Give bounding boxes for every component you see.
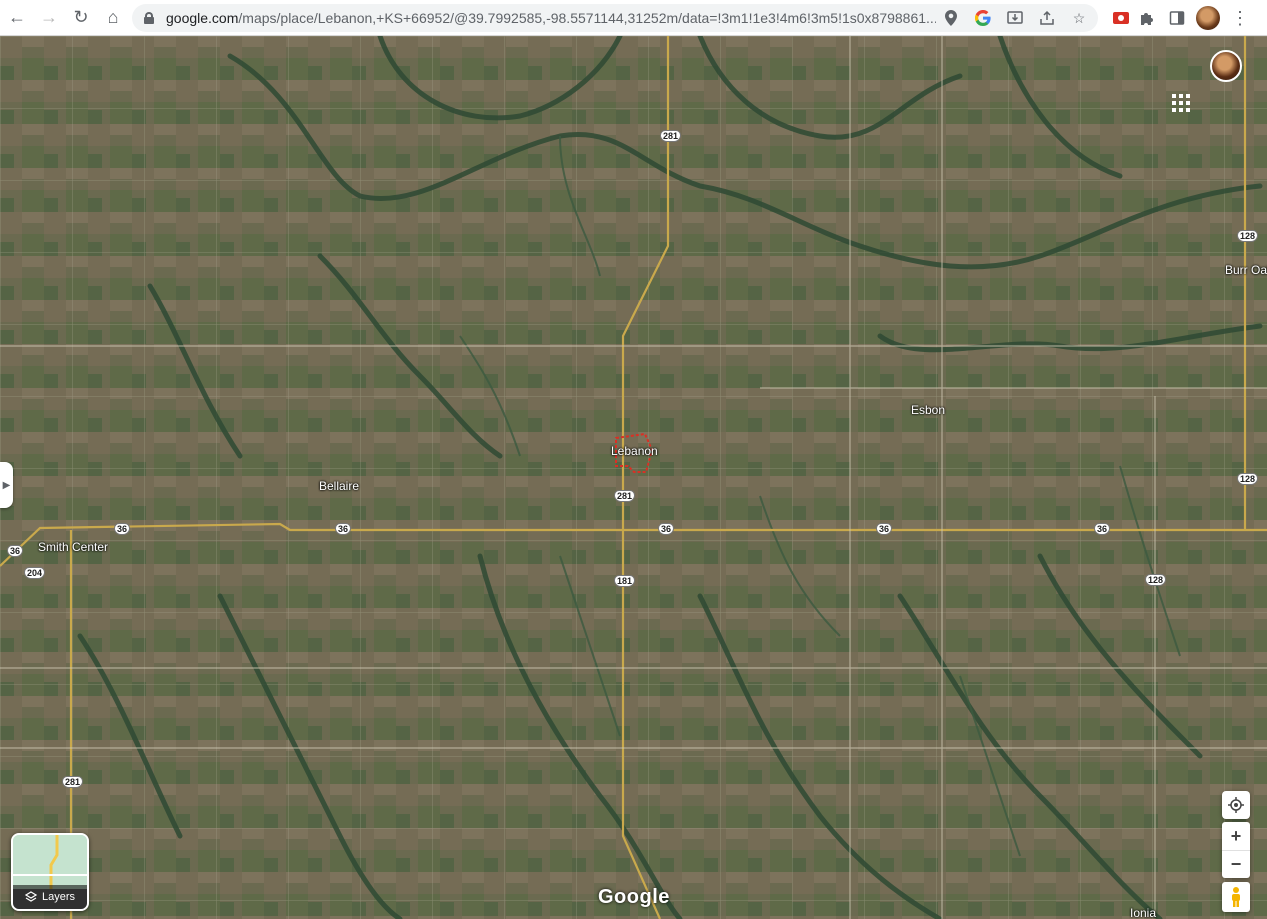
place-label-lebanon[interactable]: Lebanon (611, 444, 658, 458)
route-shield[interactable]: 128 (1145, 574, 1167, 586)
google-apps-icon[interactable] (1172, 94, 1190, 112)
route-shield[interactable]: 36 (114, 523, 131, 535)
star-icon[interactable]: ☆ (1068, 7, 1090, 29)
pegman-button[interactable] (1222, 882, 1250, 912)
route-shield[interactable]: 36 (1094, 523, 1111, 535)
place-label-esbon[interactable]: Esbon (911, 403, 945, 417)
arrow-left-icon[interactable]: ← (2, 3, 32, 33)
plus-icon: + (1230, 825, 1242, 846)
route-shield[interactable]: 181 (614, 575, 636, 587)
place-label-burr-oak[interactable]: Burr Oak (1225, 263, 1267, 277)
red-extension-icon[interactable] (1110, 7, 1132, 29)
lock-icon[interactable] (144, 12, 154, 24)
account-avatar[interactable] (1210, 50, 1242, 82)
minus-icon: − (1230, 853, 1242, 874)
profile-avatar-icon[interactable] (1196, 6, 1220, 30)
route-shield[interactable]: 36 (658, 523, 675, 535)
zoom-in-button[interactable]: + (1222, 823, 1250, 851)
route-shield[interactable]: 128 (1237, 230, 1259, 242)
url-host: google.com (166, 10, 239, 26)
zoom-controls: + − (1222, 822, 1250, 878)
satellite-imagery[interactable] (0, 36, 1267, 919)
route-shield[interactable]: 204 (24, 567, 46, 579)
arrow-right-icon[interactable]: → (34, 3, 64, 33)
url-path: /maps/place/Lebanon,+KS+66952/@39.799258… (238, 10, 936, 26)
layers-thumbnail (13, 835, 87, 889)
browser-toolbar: ← → ↻ ⌂ google.com/maps/place/Lebanon,+K… (0, 0, 1267, 36)
zoom-out-button[interactable]: − (1222, 851, 1250, 878)
home-icon[interactable]: ⌂ (98, 3, 128, 33)
crosshair-icon (1228, 797, 1244, 813)
expand-side-panel-button[interactable]: ▶ (0, 462, 13, 508)
route-shield[interactable]: 36 (876, 523, 893, 535)
route-shield[interactable]: 281 (62, 776, 84, 788)
layers-label-bar: Layers (13, 885, 87, 909)
map-canvas[interactable]: Lebanon Esbon Bellaire Smith Center Burr… (0, 36, 1267, 919)
pegman-icon (1232, 887, 1240, 907)
route-shield[interactable]: 36 (7, 545, 24, 557)
reload-icon[interactable]: ↻ (66, 3, 96, 33)
my-location-button[interactable] (1222, 791, 1250, 819)
install-icon[interactable] (1004, 7, 1026, 29)
layers-label: Layers (41, 891, 76, 903)
route-shield[interactable]: 281 (614, 490, 636, 502)
google-logo: Google (598, 886, 670, 908)
share-icon[interactable] (1036, 7, 1058, 29)
route-shield[interactable]: 36 (335, 523, 352, 535)
location-pin-icon[interactable] (940, 7, 962, 29)
url-text[interactable]: google.com/maps/place/Lebanon,+KS+66952/… (166, 10, 936, 26)
place-label-bellaire[interactable]: Bellaire (319, 479, 359, 493)
chevron-right-icon: ▶ (2, 479, 11, 491)
address-bar[interactable]: google.com/maps/place/Lebanon,+KS+66952/… (132, 4, 1098, 32)
puzzle-icon[interactable] (1132, 7, 1162, 29)
route-shield[interactable]: 281 (660, 130, 682, 142)
google-g-icon[interactable] (972, 7, 994, 29)
side-panel-icon[interactable] (1162, 7, 1192, 29)
layers-button[interactable]: Layers (11, 833, 89, 911)
extension-tray: ⋮ (1110, 4, 1254, 32)
layers-icon (24, 891, 37, 902)
route-shield[interactable]: 128 (1237, 473, 1259, 485)
place-label-smith-center[interactable]: Smith Center (38, 540, 108, 554)
kebab-menu-icon[interactable]: ⋮ (1226, 7, 1254, 29)
place-label-ionia[interactable]: Ionia (1130, 906, 1156, 919)
